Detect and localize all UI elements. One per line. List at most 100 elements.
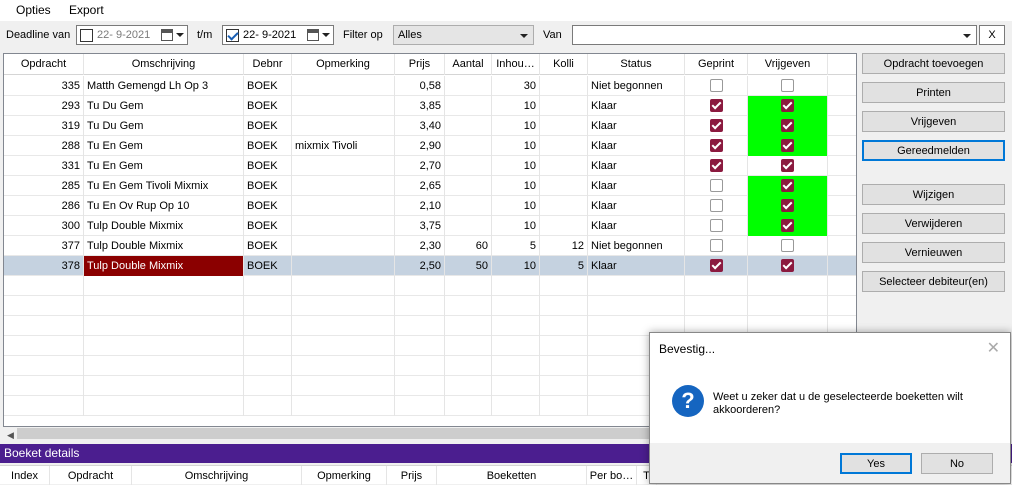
date-to-picker[interactable]: 22- 9-2021	[222, 25, 334, 45]
opdracht-toevoegen-button[interactable]: Opdracht toevoegen	[862, 53, 1005, 74]
geprint-checkbox[interactable]	[709, 118, 723, 132]
column-header-debnr[interactable]: Debnr	[244, 54, 292, 75]
table-row[interactable]: 377 Tulp Double Mixmix BOEK 2,30 60 5 12 Niet b…	[4, 236, 856, 256]
geprint-checkbox[interactable]	[709, 158, 723, 172]
table-row[interactable]: 319 Tu Du Gem BOEK 3,40 10 Klaar	[4, 116, 856, 136]
cell-aantal	[445, 196, 492, 216]
date-to-checkbox[interactable]	[226, 28, 239, 42]
scroll-left-icon[interactable]: ◀	[7, 430, 14, 441]
details-column-header[interactable]: Boeketten	[437, 466, 587, 485]
vrijgeven-checkbox[interactable]	[781, 158, 794, 172]
menu-opties[interactable]: Opties	[16, 3, 51, 17]
cell-vrijgeven[interactable]	[748, 156, 828, 176]
vrijgeven-checkbox[interactable]	[781, 78, 794, 92]
empty-cell	[244, 276, 292, 296]
geprint-checkbox[interactable]	[709, 258, 723, 272]
details-column-header[interactable]: Omschrijving	[132, 466, 302, 485]
cell-opdracht: 377	[4, 236, 84, 256]
question-icon: ?	[672, 385, 704, 417]
yes-button[interactable]: Yes	[840, 453, 912, 474]
table-row[interactable]: 331 Tu En Gem BOEK 2,70 10 Klaar	[4, 156, 856, 176]
table-row[interactable]: 378 Tulp Double Mixmix BOEK 2,50 50 10 5 Klaar	[4, 256, 856, 276]
cell-debnr: BOEK	[244, 116, 292, 136]
cell-vrijgeven[interactable]	[748, 116, 828, 136]
cell-vrijgeven[interactable]	[748, 196, 828, 216]
column-header-prijs[interactable]: Prijs	[395, 54, 445, 75]
table-row[interactable]: 285 Tu En Gem Tivoli Mixmix BOEK 2,65 10 Klaa…	[4, 176, 856, 196]
details-column-header[interactable]: Index	[0, 466, 50, 485]
column-header-geprint[interactable]: Geprint	[685, 54, 748, 75]
cell-vrijgeven[interactable]	[748, 96, 828, 116]
vrijgeven-checkbox[interactable]	[781, 258, 794, 272]
date-from-picker[interactable]: 22- 9-2021	[76, 25, 188, 45]
table-row[interactable]: 335 Matth Gemengd Lh Op 3 BOEK 0,58 30 Niet b…	[4, 76, 856, 96]
geprint-checkbox[interactable]	[709, 98, 723, 112]
empty-cell	[395, 336, 445, 356]
gereedmelden-button[interactable]: Gereedmelden	[862, 140, 1005, 161]
empty-cell	[395, 316, 445, 336]
column-header-inhoud[interactable]: Inhou…	[492, 54, 540, 75]
cell-vrijgeven[interactable]	[748, 76, 828, 96]
vrijgeven-checkbox[interactable]	[781, 238, 794, 252]
vrijgeven-checkbox[interactable]	[781, 178, 794, 192]
vrijgeven-button[interactable]: Vrijgeven	[862, 111, 1005, 132]
cell-opdracht: 378	[4, 256, 84, 276]
column-header-status[interactable]: Status	[588, 54, 685, 75]
table-row[interactable]: 286 Tu En Ov Rup Op 10 BOEK 2,10 10 Klaar	[4, 196, 856, 216]
cell-geprint[interactable]	[685, 156, 748, 176]
geprint-checkbox[interactable]	[709, 238, 723, 252]
cell-geprint[interactable]	[685, 96, 748, 116]
selecteer-debiteur-button[interactable]: Selecteer debiteur(en)	[862, 271, 1005, 292]
clear-van-button[interactable]: X	[979, 25, 1005, 45]
column-header-kolli[interactable]: Kolli	[540, 54, 588, 75]
cell-vrijgeven[interactable]	[748, 256, 828, 276]
cell-vrijgeven[interactable]	[748, 176, 828, 196]
table-row[interactable]: 288 Tu En Gem BOEK mixmix Tivoli 2,90 10 Klaar	[4, 136, 856, 156]
cell-prijs: 2,90	[395, 136, 445, 156]
vrijgeven-checkbox[interactable]	[781, 118, 794, 132]
cell-geprint[interactable]	[685, 176, 748, 196]
cell-geprint[interactable]	[685, 236, 748, 256]
printen-button[interactable]: Printen	[862, 82, 1005, 103]
date-from-checkbox[interactable]	[80, 28, 93, 42]
details-column-header[interactable]: Opdracht	[50, 466, 132, 485]
geprint-checkbox[interactable]	[709, 198, 723, 212]
column-header-opmerking[interactable]: Opmerking	[292, 54, 395, 75]
cell-geprint[interactable]	[685, 216, 748, 236]
cell-geprint[interactable]	[685, 196, 748, 216]
no-button[interactable]: No	[921, 453, 993, 474]
table-row[interactable]: 293 Tu Du Gem BOEK 3,85 10 Klaar	[4, 96, 856, 116]
column-header-vrijgeven[interactable]: Vrijgeven	[748, 54, 828, 75]
details-column-header[interactable]: Per bo…	[587, 466, 637, 485]
geprint-checkbox[interactable]	[709, 178, 723, 192]
verwijderen-button[interactable]: Verwijderen	[862, 213, 1005, 234]
table-row[interactable]: 300 Tulp Double Mixmix BOEK 3,75 10 Klaar	[4, 216, 856, 236]
cell-vrijgeven[interactable]	[748, 236, 828, 256]
close-icon[interactable]: ✕	[987, 338, 1000, 358]
geprint-checkbox[interactable]	[709, 218, 723, 232]
column-header-opdracht[interactable]: Opdracht	[4, 54, 84, 75]
cell-vrijgeven[interactable]	[748, 216, 828, 236]
cell-vrijgeven[interactable]	[748, 136, 828, 156]
cell-geprint[interactable]	[685, 256, 748, 276]
vrijgeven-checkbox[interactable]	[781, 218, 794, 232]
cell-geprint[interactable]	[685, 76, 748, 96]
date-to-text: 22- 9-2021	[243, 29, 297, 41]
geprint-checkbox[interactable]	[709, 138, 723, 152]
scrollbar-thumb[interactable]	[17, 428, 657, 439]
column-header-omschrijving[interactable]: Omschrijving	[84, 54, 244, 75]
vrijgeven-checkbox[interactable]	[781, 198, 794, 212]
van-select[interactable]	[572, 25, 977, 45]
vernieuwen-button[interactable]: Vernieuwen	[862, 242, 1005, 263]
wijzigen-button[interactable]: Wijzigen	[862, 184, 1005, 205]
column-header-aantal[interactable]: Aantal	[445, 54, 492, 75]
menu-export[interactable]: Export	[69, 3, 104, 17]
details-column-header[interactable]: Opmerking	[302, 466, 387, 485]
details-column-header[interactable]: Prijs	[387, 466, 437, 485]
vrijgeven-checkbox[interactable]	[781, 138, 794, 152]
vrijgeven-checkbox[interactable]	[781, 98, 794, 112]
filter-op-select[interactable]: Alles	[393, 25, 534, 45]
cell-geprint[interactable]	[685, 136, 748, 156]
geprint-checkbox[interactable]	[709, 78, 723, 92]
cell-geprint[interactable]	[685, 116, 748, 136]
